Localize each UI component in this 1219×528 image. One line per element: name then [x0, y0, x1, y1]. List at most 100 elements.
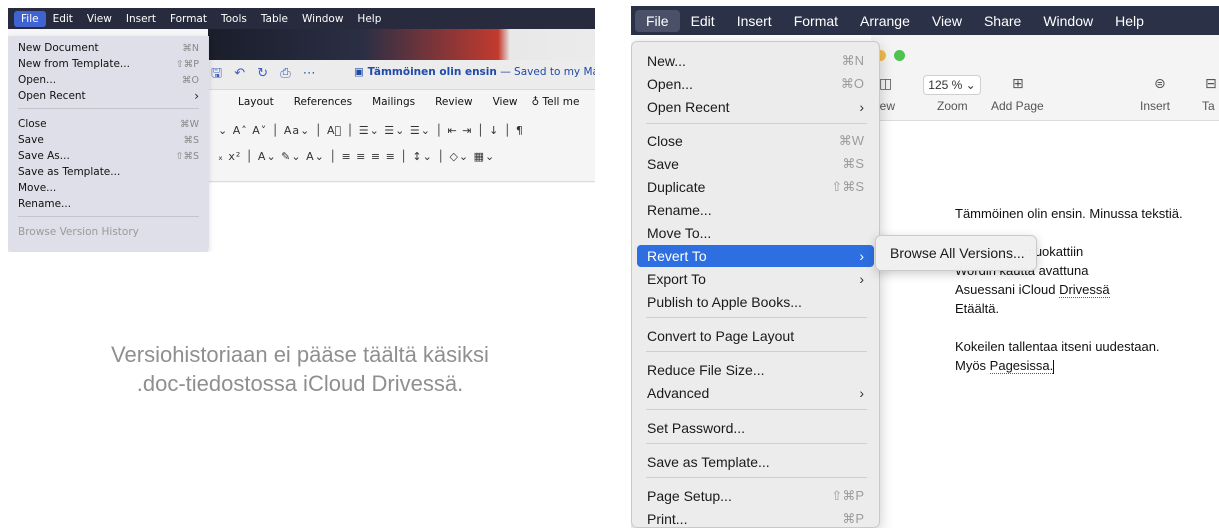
menu-item-label: Page Setup...	[647, 488, 732, 504]
caption-text: Versiohistoriaan ei pääse täältä käsiksi…	[0, 340, 600, 398]
menu-format[interactable]: Format	[783, 10, 849, 32]
menu-item-save-as[interactable]: Save As... ⇧⌘S	[8, 148, 209, 164]
tab-references[interactable]: References	[294, 96, 352, 108]
menu-item-label: Duplicate	[647, 179, 706, 195]
word-ribbon: ⌄ A˄ A˅ │ Aa⌄ │ A⃠ │ ☰⌄ ☰⌄ ☰⌄ │ ⇤ ⇥ │ ↓ …	[208, 114, 595, 182]
menu-item-label: Set Password...	[647, 420, 746, 436]
menu-item-reduce-file-size[interactable]: Reduce File Size...	[637, 359, 874, 381]
ribbon-row-format[interactable]: ₓ x² │ A⌄ ✎⌄ A⌄ │ ≡ ≡ ≡ ≡ │ ↕⌄ │ ◇⌄ ▦⌄	[218, 150, 495, 163]
lightbulb-icon: ♁	[531, 96, 543, 108]
word-quick-access-icons[interactable]: 🖫 ↶ ↻ ⎙ ⋯	[211, 64, 320, 86]
menu-item-label: Save	[647, 156, 679, 172]
menu-item-move[interactable]: Move...	[8, 180, 209, 196]
menu-edit[interactable]: Edit	[46, 11, 80, 27]
menu-insert[interactable]: Insert	[119, 11, 163, 27]
menu-help[interactable]: Help	[1104, 10, 1155, 32]
table-icon[interactable]: ⊟	[1205, 76, 1217, 92]
word-document-title: ▣ Tämmöinen olin ensin — Saved to my Mac…	[354, 66, 595, 78]
menu-item-browse-version-history: Browse Version History	[8, 224, 209, 240]
menu-insert[interactable]: Insert	[726, 10, 783, 32]
menu-item-open[interactable]: Open... ⌘O	[637, 73, 874, 95]
menu-item-close[interactable]: Close ⌘W	[637, 130, 874, 152]
menu-item-close[interactable]: Close ⌘W	[8, 116, 209, 132]
menu-item-save[interactable]: Save ⌘S	[8, 132, 209, 148]
menu-item-duplicate[interactable]: Duplicate ⇧⌘S	[637, 176, 874, 198]
view-icon[interactable]: ◫	[879, 76, 892, 92]
pages-document-text[interactable]: Tämmöinen olin ensin. Minussa tekstiä. m…	[955, 204, 1183, 375]
add-page-icon[interactable]: ⊞	[1012, 76, 1024, 92]
toolbar-zoom-label: Zoom	[937, 99, 968, 113]
menu-item-shortcut: ⌘O	[840, 76, 864, 91]
menu-item-move-to[interactable]: Move To...	[637, 222, 874, 244]
chevron-right-icon: ›	[859, 385, 864, 401]
pages-screenshot: ◫ iew 125 % ⌄ Zoom ⊞ Add Page ⊜ Insert ⊟…	[631, 6, 1219, 528]
word-document-area[interactable]	[208, 183, 595, 252]
menu-item-label: Print...	[647, 511, 688, 527]
menu-edit[interactable]: Edit	[680, 10, 726, 32]
menu-item-shortcut: ⇧⌘P	[831, 488, 864, 503]
menu-view[interactable]: View	[80, 11, 119, 27]
word-doc-icon: ▣	[354, 66, 368, 78]
menu-table[interactable]: Table	[254, 11, 295, 27]
menu-share[interactable]: Share	[973, 10, 1032, 32]
menu-item-new[interactable]: New... ⌘N	[637, 50, 874, 72]
menu-item-print[interactable]: Print... ⌘P	[637, 508, 874, 528]
menu-item-open[interactable]: Open... ⌘O	[8, 72, 209, 88]
pages-file-menu: New... ⌘N Open... ⌘O Open Recent › Close ⌘W …	[631, 41, 880, 528]
menu-item-label: Move To...	[647, 225, 712, 241]
menu-file[interactable]: File	[635, 9, 680, 32]
menu-window[interactable]: Window	[295, 11, 350, 27]
menu-view[interactable]: View	[921, 10, 973, 32]
menu-item-open-recent[interactable]: Open Recent ›	[8, 88, 209, 104]
menu-item-save-as-template[interactable]: Save as Template...	[637, 451, 874, 473]
doc-text: Myös	[955, 358, 990, 373]
tab-review[interactable]: Review	[435, 96, 472, 108]
menu-item-rename[interactable]: Rename...	[8, 196, 209, 212]
menu-item-revert-to[interactable]: Revert To ›	[637, 245, 874, 267]
menu-tools[interactable]: Tools	[214, 11, 254, 27]
menu-item-new-document[interactable]: New Document ⌘N	[8, 40, 209, 56]
menu-item-label: Save As...	[18, 150, 70, 162]
traffic-light-zoom-icon[interactable]	[894, 50, 905, 61]
menu-item-label: Browse Version History	[18, 226, 139, 238]
menu-item-open-recent[interactable]: Open Recent ›	[637, 96, 874, 118]
menu-file[interactable]: File	[14, 10, 46, 27]
menu-format[interactable]: Format	[163, 11, 214, 27]
doc-text: Asuessani iCloud	[955, 282, 1060, 297]
menu-item-export-to[interactable]: Export To ›	[637, 268, 874, 290]
ribbon-row-font[interactable]: ⌄ A˄ A˅ │ Aa⌄ │ A⃠ │ ☰⌄ ☰⌄ ☰⌄ │ ⇤ ⇥ │ ↓ …	[218, 124, 524, 137]
tab-layout[interactable]: Layout	[238, 96, 274, 108]
menu-item-shortcut: ⌘P	[842, 511, 864, 526]
tell-me-search[interactable]: ♁ Tell me	[532, 96, 580, 108]
zoom-select[interactable]: 125 % ⌄	[923, 75, 981, 95]
menu-item-browse-all-versions[interactable]: Browse All Versions...	[882, 242, 1032, 264]
menu-item-label: Reduce File Size...	[647, 362, 765, 378]
menu-item-set-password[interactable]: Set Password...	[637, 417, 874, 439]
menu-item-label: Open...	[18, 74, 57, 86]
menu-item-convert-page-layout[interactable]: Convert to Page Layout	[637, 325, 874, 347]
menu-separator	[646, 477, 867, 478]
word-doc-name: Tämmöinen olin ensin	[367, 66, 497, 78]
menu-separator	[18, 216, 199, 217]
menu-item-new-from-template[interactable]: New from Template... ⇧⌘P	[8, 56, 209, 72]
menu-item-publish-apple-books[interactable]: Publish to Apple Books...	[637, 291, 874, 313]
menu-separator	[646, 351, 867, 352]
tab-view[interactable]: View	[493, 96, 518, 108]
menu-item-page-setup[interactable]: Page Setup... ⇧⌘P	[637, 485, 874, 507]
tab-mailings[interactable]: Mailings	[372, 96, 415, 108]
menu-item-advanced[interactable]: Advanced ›	[637, 382, 874, 404]
menu-separator	[646, 443, 867, 444]
menu-arrange[interactable]: Arrange	[849, 10, 921, 32]
menu-window[interactable]: Window	[1032, 10, 1104, 32]
menu-item-save-as-template[interactable]: Save as Template...	[8, 164, 209, 180]
menu-item-rename[interactable]: Rename...	[637, 199, 874, 221]
menu-item-save[interactable]: Save ⌘S	[637, 153, 874, 175]
menu-item-label: New from Template...	[18, 58, 130, 70]
menu-separator	[646, 409, 867, 410]
menu-item-shortcut: ⌘S	[842, 156, 864, 171]
doc-line: Asuessani iCloud Drivessä	[955, 280, 1183, 299]
menu-help[interactable]: Help	[350, 11, 388, 27]
word-file-menu: New Document ⌘N New from Template... ⇧⌘P O…	[8, 36, 209, 252]
menu-separator	[18, 108, 199, 109]
insert-icon[interactable]: ⊜	[1154, 76, 1166, 92]
